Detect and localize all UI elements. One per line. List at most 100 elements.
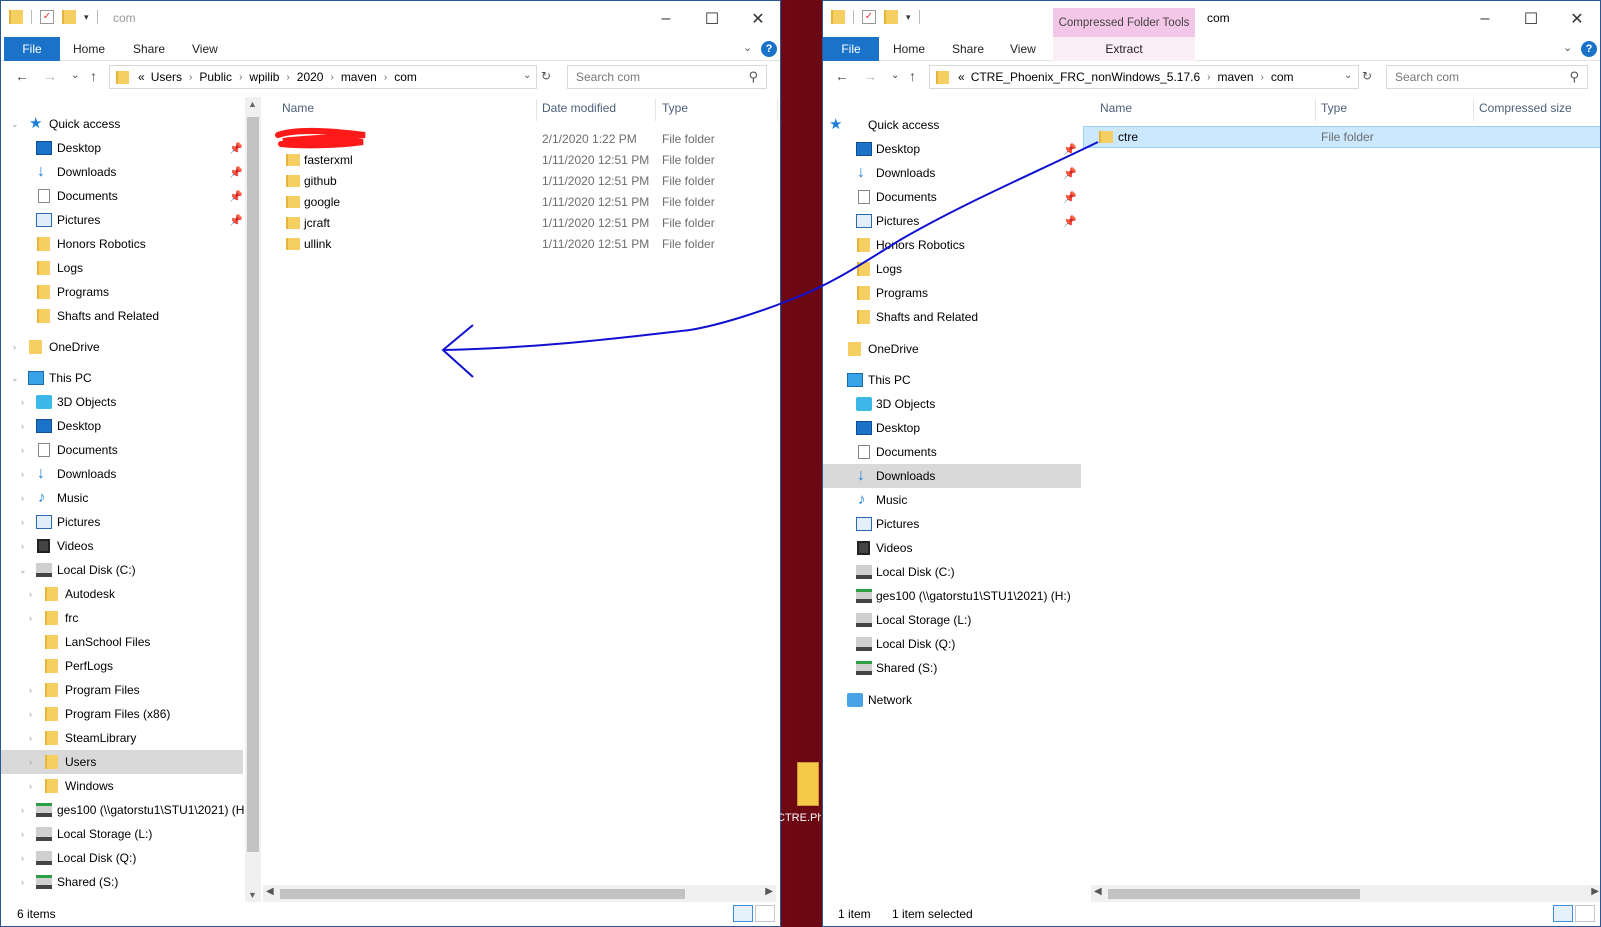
chevron-right-icon[interactable]: ›	[21, 541, 24, 551]
chevron-right-icon[interactable]: ›	[21, 853, 24, 863]
chevron-down-icon[interactable]: ⌄	[11, 119, 19, 130]
scroll-right-icon[interactable]: ▶	[1591, 886, 1599, 897]
nav-scrollbar[interactable]: ▲ ▼	[245, 97, 261, 902]
breadcrumb-overflow[interactable]: «	[135, 70, 148, 84]
nav-desktop[interactable]: Desktop 📌	[823, 137, 1081, 161]
nav-local-disk-q[interactable]: › Local Disk (Q:)	[1, 846, 245, 870]
tab-extract[interactable]: Extract	[1053, 37, 1195, 61]
column-divider[interactable]	[1473, 99, 1474, 121]
zip-file-icon[interactable]	[797, 762, 819, 806]
nav-ges100-h[interactable]: › ges100 (\\gatorstu1\STU1\2021) (H:	[1, 798, 245, 822]
chevron-right-icon[interactable]: ›	[21, 517, 24, 527]
nav-pc-documents[interactable]: › Documents	[1, 438, 245, 462]
tab-view[interactable]: View	[184, 37, 226, 61]
column-divider[interactable]	[1315, 99, 1316, 121]
nav-pictures[interactable]: Pictures 📌	[823, 209, 1081, 233]
scroll-thumb[interactable]	[247, 117, 259, 852]
back-arrow-icon[interactable]: ←	[835, 68, 849, 84]
up-arrow-icon[interactable]: ↑	[909, 68, 916, 84]
horizontal-scrollbar[interactable]: ◀ ▶	[1091, 885, 1600, 902]
nav-shafts-and-related[interactable]: Shafts and Related	[823, 305, 1081, 329]
chevron-right-icon[interactable]: ›	[185, 72, 196, 83]
tab-home[interactable]: Home	[885, 37, 933, 61]
nav-3d-objects[interactable]: › 3D Objects	[1, 390, 245, 414]
column-divider[interactable]	[777, 99, 778, 121]
tab-share[interactable]: Share	[125, 37, 173, 61]
properties-icon[interactable]: ✓	[40, 10, 54, 24]
pin-icon[interactable]: 📌	[1063, 143, 1077, 156]
nav-local-storage-l[interactable]: › Local Storage (L:)	[1, 822, 245, 846]
tab-share[interactable]: Share	[944, 37, 992, 61]
chevron-right-icon[interactable]: ›	[21, 397, 24, 407]
column-divider[interactable]	[536, 99, 537, 121]
chevron-right-icon[interactable]: ›	[21, 805, 24, 815]
address-bar[interactable]: « CTRE_Phoenix_FRC_nonWindows_5.17.6 › m…	[929, 65, 1359, 89]
folder-icon[interactable]	[831, 10, 845, 24]
scroll-up-icon[interactable]: ▲	[248, 99, 257, 109]
nav-honors-robotics[interactable]: Honors Robotics	[823, 233, 1081, 257]
breadcrumb-item[interactable]: 2020	[294, 70, 327, 84]
close-button[interactable]: ✕	[735, 1, 780, 37]
column-date-modified[interactable]: Date modified	[542, 101, 616, 115]
chevron-right-icon[interactable]: ›	[326, 72, 337, 83]
nav-programs[interactable]: Programs	[823, 281, 1081, 305]
nav-perflogs[interactable]: PerfLogs	[1, 654, 245, 678]
desktop-icon-label[interactable]: CTRE.Ph	[777, 812, 821, 824]
tab-home[interactable]: Home	[65, 37, 113, 61]
pin-icon[interactable]: 📌	[1063, 191, 1077, 204]
nav-steamlibrary[interactable]: › SteamLibrary	[1, 726, 245, 750]
close-button[interactable]: ✕	[1554, 1, 1600, 37]
chevron-right-icon[interactable]: ›	[21, 469, 24, 479]
refresh-icon[interactable]: ↻	[1362, 69, 1372, 83]
file-row[interactable]: fasterxml 1/11/2020 12:51 PM File folder	[263, 150, 780, 171]
file-row[interactable]: github 1/11/2020 12:51 PM File folder	[263, 171, 780, 192]
chevron-right-icon[interactable]: ›	[21, 493, 24, 503]
ribbon-expand-icon[interactable]: ⌄	[1563, 41, 1572, 54]
recent-locations-icon[interactable]: ⌄	[891, 70, 899, 81]
nav-ges100-h[interactable]: ges100 (\\gatorstu1\STU1\2021) (H:)	[823, 584, 1081, 608]
chevron-right-icon[interactable]: ›	[29, 757, 32, 767]
chevron-right-icon[interactable]: ›	[29, 709, 32, 719]
breadcrumb-overflow[interactable]: «	[955, 70, 968, 84]
file-row[interactable]: google 1/11/2020 12:51 PM File folder	[263, 192, 780, 213]
address-bar[interactable]: « Users › Public › wpilib › 2020 › maven…	[109, 65, 537, 89]
chevron-right-icon[interactable]: ›	[21, 877, 24, 887]
column-divider[interactable]	[655, 99, 656, 121]
pin-icon[interactable]: 📌	[229, 166, 243, 179]
large-icons-view-icon[interactable]	[1575, 905, 1595, 922]
chevron-right-icon[interactable]: ›	[235, 72, 246, 83]
scroll-thumb[interactable]	[1108, 889, 1360, 899]
scroll-thumb[interactable]	[280, 889, 685, 899]
chevron-right-icon[interactable]: ›	[21, 421, 24, 431]
up-arrow-icon[interactable]: ↑	[90, 68, 97, 84]
minimize-button[interactable]: –	[1462, 1, 1508, 37]
breadcrumb-item[interactable]: wpilib	[246, 70, 282, 84]
chevron-right-icon[interactable]: ›	[21, 445, 24, 455]
nav-local-disk-c[interactable]: Local Disk (C:)	[823, 560, 1081, 584]
nav-pc-pictures[interactable]: Pictures	[823, 512, 1081, 536]
nav-honors-robotics[interactable]: Honors Robotics	[1, 232, 245, 256]
nav-pc-documents[interactable]: Documents	[823, 440, 1081, 464]
search-box[interactable]: Search com ⚲	[567, 65, 767, 89]
pin-icon[interactable]: 📌	[229, 142, 243, 155]
file-row-redacted[interactable]: 2/1/2020 1:22 PM File folder	[263, 127, 780, 150]
breadcrumb-item[interactable]: com	[391, 70, 420, 84]
breadcrumb-item[interactable]: maven	[1214, 70, 1256, 84]
nav-lanschool-files[interactable]: LanSchool Files	[1, 630, 245, 654]
nav-program-files[interactable]: › Program Files	[1, 678, 245, 702]
nav-videos[interactable]: › Videos	[1, 534, 245, 558]
folder-icon[interactable]	[9, 10, 23, 24]
help-icon[interactable]: ?	[1581, 41, 1597, 57]
forward-arrow-icon[interactable]: →	[863, 68, 877, 84]
nav-music[interactable]: › ♪ Music	[1, 486, 245, 510]
breadcrumb-item[interactable]: Users	[148, 70, 185, 84]
column-name[interactable]: Name	[1100, 101, 1132, 115]
nav-quick-access[interactable]: ★ Quick access	[823, 113, 1081, 137]
new-folder-icon[interactable]	[62, 10, 76, 24]
search-box[interactable]: Search com ⚲	[1386, 65, 1588, 89]
chevron-right-icon[interactable]: ›	[29, 589, 32, 599]
nav-autodesk[interactable]: › Autodesk	[1, 582, 245, 606]
chevron-right-icon[interactable]: ›	[380, 72, 391, 83]
scroll-right-icon[interactable]: ▶	[765, 886, 773, 897]
nav-documents[interactable]: Documents 📌	[1, 184, 245, 208]
